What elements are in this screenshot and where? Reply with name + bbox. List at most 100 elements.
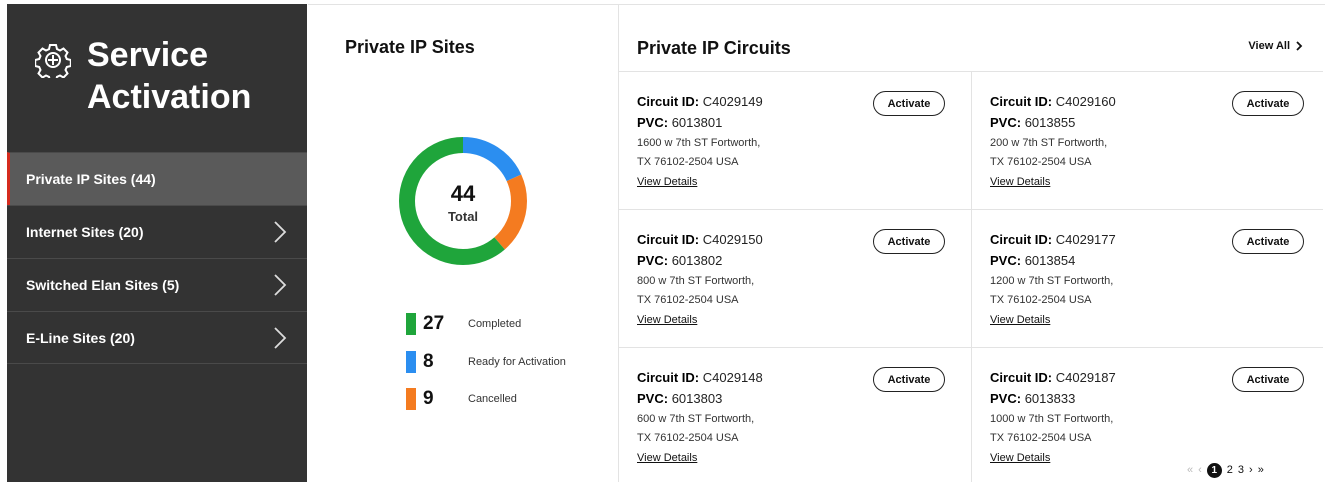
circuit-id-label: Circuit ID:	[990, 370, 1053, 385]
view-details-link[interactable]: View Details	[637, 314, 697, 326]
chevron-right-icon	[274, 221, 287, 243]
pvc-value: 6013801	[671, 115, 723, 130]
activate-button[interactable]: Activate	[873, 229, 945, 254]
page-button-3[interactable]: 3	[1238, 464, 1244, 476]
address: 1600 w 7th ST Fortworth, TX 76102-2504 US…	[637, 134, 971, 172]
address-line-1: 200 w 7th ST Fortworth,	[990, 137, 1108, 149]
sidebar: Service Activation Private IP Sites (44)…	[7, 4, 307, 482]
title-line-1: Service	[87, 36, 208, 74]
chevron-right-icon	[1296, 41, 1303, 51]
sites-title: Private IP Sites	[345, 37, 475, 57]
sidebar-item-private-ip-sites[interactable]: Private IP Sites (44)	[7, 152, 307, 205]
sidebar-item-switched-elan-sites[interactable]: Switched Elan Sites (5)	[7, 258, 307, 311]
address: 600 w 7th ST Fortworth, TX 76102-2504 USA	[637, 410, 971, 448]
legend-label: Completed	[468, 318, 522, 330]
legend-swatch-ready	[406, 351, 416, 373]
sidebar-header: Service Activation	[7, 4, 307, 152]
pvc-value: 6013855	[1024, 115, 1076, 130]
sidebar-item-e-line-sites[interactable]: E-Line Sites (20)	[7, 311, 307, 364]
page-button-1[interactable]: 1	[1206, 462, 1222, 478]
sidebar-item-label: E-Line Sites (20)	[26, 329, 135, 346]
circuit-id-label: Circuit ID:	[637, 94, 700, 109]
legend-count: 8	[423, 351, 434, 372]
address-line-2: TX 76102-2504 USA	[637, 432, 739, 444]
address: 200 w 7th ST Fortworth, TX 76102-2504 USA	[990, 134, 1323, 172]
title-line-2: Activation	[87, 78, 252, 116]
pvc-value: 6013833	[1024, 391, 1076, 406]
view-details-link[interactable]: View Details	[637, 176, 697, 188]
legend-cancelled: 9 Cancelled	[406, 387, 517, 411]
circuit-card: Circuit ID: C4029149 PVC: 6013801 1600 w 7…	[619, 71, 971, 209]
activate-button[interactable]: Activate	[1232, 229, 1304, 254]
address-line-2: TX 76102-2504 USA	[990, 294, 1092, 306]
first-page-button[interactable]: «	[1187, 464, 1193, 476]
sidebar-item-label: Internet Sites (20)	[26, 224, 144, 240]
pvc-value: 6013854	[1024, 253, 1076, 268]
circuit-id-value: C4029149	[702, 94, 763, 109]
circuits-title: Private IP Circuits	[637, 38, 791, 58]
legend-count: 27	[423, 313, 445, 334]
circuit-id-label: Circuit ID:	[637, 232, 700, 247]
address-line-1: 800 w 7th ST Fortworth,	[637, 275, 755, 287]
legend-swatch-cancelled	[406, 388, 416, 410]
legend-label: Ready for Activation	[468, 356, 566, 368]
address-line-1: 1000 w 7th ST Fortworth,	[990, 413, 1114, 425]
pagination: « ‹ 1 2 3 › »	[1187, 462, 1269, 478]
sidebar-item-label: Private IP Sites (44)	[26, 171, 156, 187]
pvc-label: PVC:	[990, 391, 1022, 406]
legend-swatch-completed	[406, 313, 416, 335]
address-line-1: 600 w 7th ST Fortworth,	[637, 413, 755, 425]
circuit-id-label: Circuit ID:	[637, 370, 700, 385]
activate-button[interactable]: Activate	[1232, 91, 1304, 116]
view-details-link[interactable]: View Details	[990, 452, 1050, 464]
address-line-1: 1600 w 7th ST Fortworth,	[637, 137, 761, 149]
activate-button[interactable]: Activate	[1232, 367, 1304, 392]
address-line-2: TX 76102-2504 USA	[990, 156, 1092, 168]
circuit-id-value: C4029148	[702, 370, 763, 385]
view-details-link[interactable]: View Details	[990, 314, 1050, 326]
address-line-2: TX 76102-2504 USA	[637, 156, 739, 168]
activate-button[interactable]: Activate	[873, 91, 945, 116]
page-button-2[interactable]: 2	[1227, 464, 1233, 476]
view-all-link[interactable]: View All	[1248, 40, 1303, 52]
pvc-value: 6013803	[671, 391, 723, 406]
circuits-panel: Private IP Circuits View All Circuit ID:…	[618, 4, 1325, 482]
pvc-label: PVC:	[637, 115, 669, 130]
view-details-link[interactable]: View Details	[637, 452, 697, 464]
chevron-right-icon	[274, 327, 287, 349]
pvc-label: PVC:	[637, 391, 669, 406]
address: 1200 w 7th ST Fortworth, TX 76102-2504 US…	[990, 272, 1323, 310]
legend-count: 9	[423, 388, 434, 409]
circuit-card: Circuit ID: C4029187 PVC: 6013833 1000 w 7…	[971, 347, 1323, 482]
circuit-id-label: Circuit ID:	[990, 232, 1053, 247]
address: 800 w 7th ST Fortworth, TX 76102-2504 USA	[637, 272, 971, 310]
sidebar-item-internet-sites[interactable]: Internet Sites (20)	[7, 205, 307, 258]
view-all-label: View All	[1248, 40, 1290, 52]
circuit-id-label: Circuit ID:	[990, 94, 1053, 109]
view-details-link[interactable]: View Details	[990, 176, 1050, 188]
activate-button[interactable]: Activate	[873, 367, 945, 392]
sidebar-item-label: Switched Elan Sites (5)	[26, 277, 180, 293]
circuit-id-value: C4029150	[702, 232, 763, 247]
circuit-id-value: C4029160	[1055, 94, 1116, 109]
next-page-button[interactable]: ›	[1249, 464, 1253, 476]
pvc-label: PVC:	[990, 253, 1022, 268]
pvc-label: PVC:	[990, 115, 1022, 130]
circuit-id-value: C4029177	[1055, 232, 1116, 247]
prev-page-button[interactable]: ‹	[1198, 464, 1202, 476]
circuit-card: Circuit ID: C4029150 PVC: 6013802 800 w 7t…	[619, 209, 971, 347]
pvc-label: PVC:	[637, 253, 669, 268]
donut-total-label: Total	[447, 209, 479, 224]
address-line-1: 1200 w 7th ST Fortworth,	[990, 275, 1114, 287]
address-line-2: TX 76102-2504 USA	[637, 294, 739, 306]
address-line-2: TX 76102-2504 USA	[990, 432, 1092, 444]
legend-completed: 27 Completed	[406, 312, 521, 336]
circuit-card: Circuit ID: C4029148 PVC: 6013803 600 w 7t…	[619, 347, 971, 482]
chevron-right-icon	[274, 274, 287, 296]
circuit-id-value: C4029187	[1055, 370, 1116, 385]
donut-total-value: 44	[450, 181, 476, 206]
legend-ready-for-activation: 8 Ready for Activation	[406, 350, 566, 374]
address: 1000 w 7th ST Fortworth, TX 76102-2504 US…	[990, 410, 1323, 448]
last-page-button[interactable]: »	[1258, 464, 1264, 476]
legend-label: Cancelled	[468, 393, 517, 405]
